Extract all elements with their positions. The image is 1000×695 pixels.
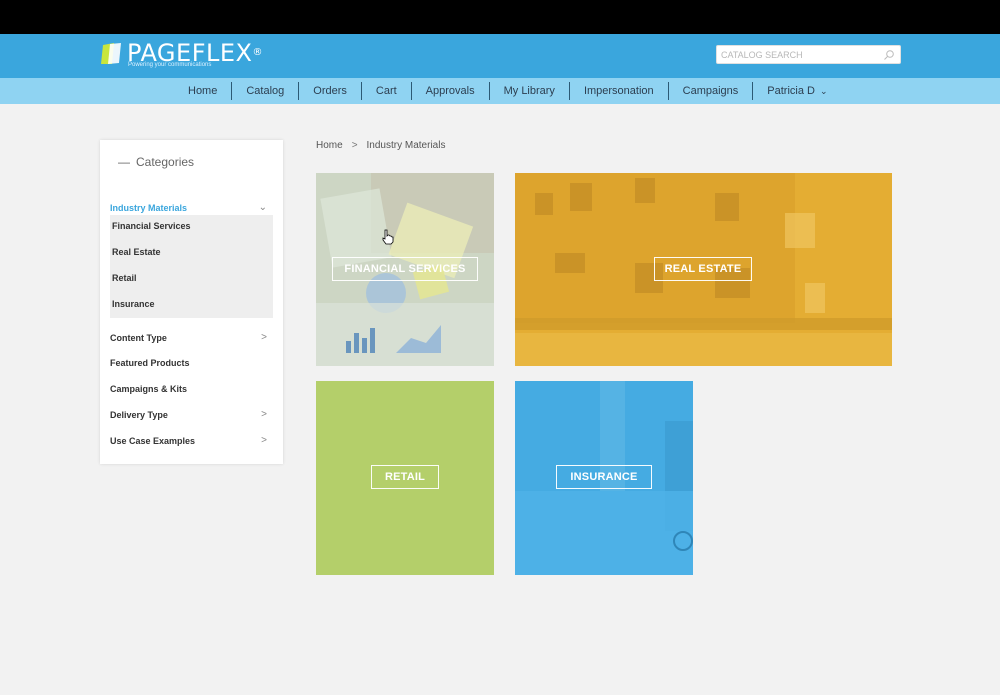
tile-label-retail: RETAIL: [371, 465, 439, 489]
nav-cart[interactable]: Cart: [362, 82, 412, 100]
submenu-item-financial-services[interactable]: Financial Services: [112, 221, 191, 231]
breadcrumb-current: Industry Materials: [366, 140, 446, 151]
sidebar-item-campaigns-kits[interactable]: Campaigns & Kits: [110, 382, 273, 396]
user-name: Patricia D: [767, 85, 815, 97]
submenu-item-retail[interactable]: Retail: [112, 273, 137, 283]
breadcrumb-separator: >: [351, 140, 358, 151]
categories-title: Categories: [136, 155, 195, 169]
submenu-item-insurance[interactable]: Insurance: [112, 299, 155, 309]
breadcrumb: Home > Industry Materials: [316, 140, 445, 151]
pageflex-logo[interactable]: PAGEFLEX® Powering your communications: [100, 41, 263, 71]
catalog-search-box[interactable]: [716, 45, 901, 64]
tile-retail[interactable]: RETAIL: [316, 381, 494, 575]
sidebar-item-label: Use Case Examples: [110, 436, 196, 446]
chevron-down-icon: ⌄: [819, 86, 828, 96]
nav-approvals[interactable]: Approvals: [412, 82, 490, 100]
tile-label-financial-services: FINANCIAL SERVICES: [332, 257, 478, 281]
nav-my-library[interactable]: My Library: [490, 82, 570, 100]
logo-mark-icon: [101, 43, 121, 64]
nav-catalog[interactable]: Catalog: [232, 82, 300, 100]
tile-label-real-estate: REAL ESTATE: [654, 257, 752, 281]
nav-impersonation[interactable]: Impersonation: [570, 82, 669, 100]
submenu-item-real-estate[interactable]: Real Estate: [112, 247, 161, 257]
sidebar-item-featured-products[interactable]: Featured Products: [110, 356, 273, 370]
sidebar-item-label: Featured Products: [110, 358, 190, 368]
tile-insurance[interactable]: INSURANCE: [515, 381, 693, 575]
chevron-right-icon: >: [261, 409, 267, 420]
chevron-right-icon: >: [261, 435, 267, 446]
tile-label-insurance: INSURANCE: [556, 465, 652, 489]
sidebar-item-label: Campaigns & Kits: [110, 384, 188, 394]
sidebar-item-use-case-examples[interactable]: Use Case Examples >: [110, 434, 273, 448]
breadcrumb-home[interactable]: Home: [316, 140, 343, 151]
top-black-bar: [0, 0, 1000, 34]
nav-home[interactable]: Home: [174, 82, 233, 100]
catalog-search-input[interactable]: [721, 48, 881, 62]
nav-campaigns[interactable]: Campaigns: [669, 82, 754, 100]
sidebar-item-label: Industry Materials: [110, 203, 188, 213]
categories-sidebar: — Categories Industry Materials ⌄ Financi…: [100, 140, 283, 464]
sidebar-item-industry-materials[interactable]: Industry Materials ⌄: [110, 201, 273, 215]
tile-financial-services[interactable]: FINANCIAL SERVICES: [316, 173, 494, 366]
tile-real-estate[interactable]: REAL ESTATE: [515, 173, 892, 366]
chevron-right-icon: >: [261, 332, 267, 343]
search-icon[interactable]: [883, 49, 895, 61]
chevron-down-icon: ⌄: [258, 202, 267, 213]
categories-header[interactable]: — Categories: [118, 155, 194, 169]
sidebar-item-content-type[interactable]: Content Type >: [110, 331, 273, 345]
sidebar-item-label: Delivery Type: [110, 410, 168, 420]
main-nav: Home Catalog Orders Cart Approvals My Li…: [0, 78, 1000, 104]
sidebar-item-label: Content Type: [110, 333, 167, 343]
nav-user-menu[interactable]: Patricia D ⌄: [753, 82, 841, 100]
nav-orders[interactable]: Orders: [299, 82, 362, 100]
hand-cursor-icon: [382, 229, 394, 245]
collapse-icon: —: [118, 155, 130, 169]
logo-tagline: Powering your communications: [128, 62, 212, 68]
industry-materials-submenu: Financial Services Real Estate Retail In…: [110, 215, 273, 318]
sidebar-item-delivery-type[interactable]: Delivery Type >: [110, 408, 273, 422]
